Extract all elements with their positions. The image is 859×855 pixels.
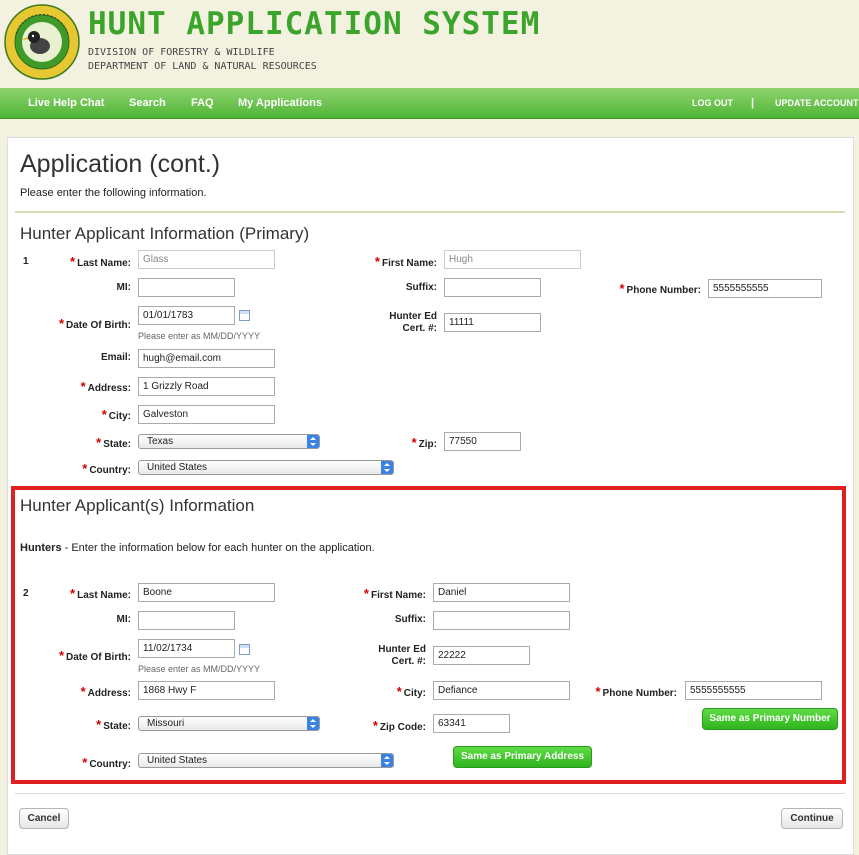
hunter-city-input[interactable]: Defiance <box>433 681 570 700</box>
hunter-phone-label: * Phone Number: <box>595 684 677 699</box>
hunter-mi-input[interactable] <box>138 611 235 630</box>
primary-phone-label: * Phone Number: <box>619 281 701 296</box>
nav-faq[interactable]: FAQ <box>191 97 214 109</box>
primary-zip-label: * Zip: <box>411 435 437 450</box>
hunter-hunter-ed-label: Hunter Ed Cert. #: <box>378 644 426 667</box>
page-intro: Please enter the following information. <box>20 187 207 199</box>
department-subtitle: DEPARTMENT OF LAND & NATURAL RESOURCES <box>88 61 317 72</box>
nav-update-account[interactable]: UPDATE ACCOUNT <box>775 98 859 108</box>
hunter-hunter-ed-input[interactable]: 22222 <box>433 646 530 665</box>
primary-state-select[interactable]: Texas <box>138 434 320 449</box>
primary-first-name-label: * First Name: <box>374 254 437 269</box>
hunter-suffix-label: Suffix: <box>394 614 426 625</box>
same-as-primary-number-button[interactable]: Same as Primary Number <box>702 708 838 730</box>
hunter-country-select[interactable]: United States <box>138 753 394 768</box>
page-title: Application (cont.) <box>20 150 221 178</box>
primary-dob-input[interactable]: 01/01/1783 <box>138 306 235 325</box>
hunter-first-name-input[interactable]: Daniel <box>433 583 570 602</box>
cancel-button[interactable]: Cancel <box>19 808 69 829</box>
hunter-first-name-label: * First Name: <box>363 586 426 601</box>
primary-section-title: Hunter Applicant Information (Primary) <box>20 224 310 243</box>
hunters-section-title: Hunter Applicant(s) Information <box>20 496 255 515</box>
hunter-zip-code-label: * Zip Code: <box>372 718 426 733</box>
primary-hunter-ed-label: Hunter Ed Cert. #: <box>389 311 437 334</box>
primary-phone-input[interactable]: 5555555555 <box>708 279 822 298</box>
hunter-country-label: * Country: <box>82 755 131 770</box>
primary-state-dropdown-icon <box>307 435 319 448</box>
hunter-address-input[interactable]: 1868 Hwy F <box>138 681 275 700</box>
primary-dob-label: * Date Of Birth: <box>58 316 131 331</box>
hunter-suffix-input[interactable] <box>433 611 570 630</box>
division-subtitle: DIVISION OF FORESTRY & WILDLIFE <box>88 47 275 58</box>
nav-separator: | <box>751 97 755 109</box>
primary-city-input[interactable]: Galveston <box>138 405 275 424</box>
primary-email-input[interactable]: hugh@email.com <box>138 349 275 368</box>
primary-email-label: Email: <box>100 352 131 363</box>
primary-suffix-input[interactable] <box>444 278 541 297</box>
footer-divider <box>15 793 845 794</box>
primary-country-label: * Country: <box>82 461 131 476</box>
nav-my-applications[interactable]: My Applications <box>238 97 322 109</box>
primary-country-dropdown-icon <box>381 461 393 474</box>
hunter-dob-input[interactable]: 11/02/1734 <box>138 639 235 658</box>
hunter-state-select[interactable]: Missouri <box>138 716 320 731</box>
nav-log-out[interactable]: LOG OUT <box>692 98 733 108</box>
hunter-last-name-label: * Last Name: <box>70 586 131 601</box>
hunter-country-dropdown-icon <box>381 754 393 767</box>
main-nav: Live Help Chat Search FAQ My Application… <box>0 88 859 119</box>
primary-first-name-input[interactable]: Hugh <box>444 250 581 269</box>
section-divider <box>15 211 845 213</box>
forestry-wildlife-seal-logo <box>4 4 80 80</box>
continue-button[interactable]: Continue <box>781 808 843 829</box>
hunter-zip-code-input[interactable]: 63341 <box>433 714 510 733</box>
hunter-address-label: * Address: <box>80 684 131 699</box>
hunter-row-number: 2 <box>23 588 29 599</box>
nav-live-help-chat[interactable]: Live Help Chat <box>28 97 104 109</box>
primary-last-name-input[interactable]: Glass <box>138 250 275 269</box>
hunter-state-dropdown-icon <box>307 717 319 730</box>
hunter-state-label: * State: <box>96 717 131 732</box>
hunter-city-label: * City: <box>396 684 426 699</box>
hunters-intro: Hunters - Enter the information below fo… <box>20 542 375 554</box>
primary-state-label: * State: <box>96 435 131 450</box>
hunter-dob-hint: Please enter as MM/DD/YYYY <box>138 664 261 674</box>
application-panel: Application (cont.) Please enter the fol… <box>7 137 854 855</box>
hunter-dob-label: * Date Of Birth: <box>58 648 131 663</box>
primary-last-name-label: * Last Name: <box>70 254 131 269</box>
same-as-primary-address-button[interactable]: Same as Primary Address <box>453 746 592 768</box>
primary-dob-hint: Please enter as MM/DD/YYYY <box>138 331 261 341</box>
primary-country-select[interactable]: United States <box>138 460 394 475</box>
hunter-last-name-input[interactable]: Boone <box>138 583 275 602</box>
hunter-mi-label: MI: <box>116 614 131 625</box>
primary-suffix-label: Suffix: <box>405 282 437 293</box>
hunter-calendar-icon[interactable] <box>239 644 250 655</box>
site-title: HUNT APPLICATION SYSTEM <box>88 6 541 42</box>
primary-mi-label: MI: <box>116 282 131 293</box>
site-header: HUNT APPLICATION SYSTEM DIVISION OF FORE… <box>0 0 859 88</box>
primary-city-label: * City: <box>101 407 131 422</box>
primary-address-input[interactable]: 1 Grizzly Road <box>138 377 275 396</box>
primary-address-label: * Address: <box>80 379 131 394</box>
hunters-section-highlight <box>11 486 846 784</box>
nav-search[interactable]: Search <box>129 97 166 109</box>
primary-row-number: 1 <box>23 256 29 267</box>
hunter-phone-input[interactable]: 5555555555 <box>685 681 822 700</box>
primary-zip-input[interactable]: 77550 <box>444 432 521 451</box>
primary-mi-input[interactable] <box>138 278 235 297</box>
primary-hunter-ed-input[interactable]: 11111 <box>444 313 541 332</box>
primary-calendar-icon[interactable] <box>239 310 250 321</box>
